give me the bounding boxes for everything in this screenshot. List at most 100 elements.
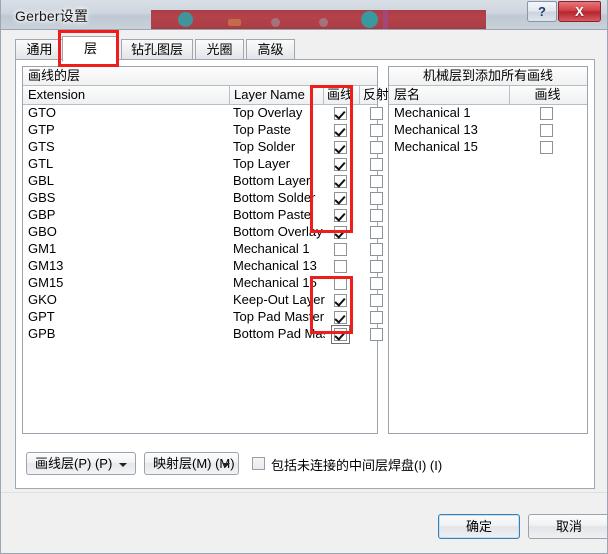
checkbox-plot[interactable] bbox=[334, 175, 347, 188]
cell-layer-name: Keep-Out Layer bbox=[233, 292, 325, 307]
table-row[interactable]: GTS Top Solder bbox=[23, 139, 383, 156]
column-header-layer-name-mech[interactable]: 层名 bbox=[394, 86, 504, 104]
checkbox-plot[interactable] bbox=[334, 141, 347, 154]
dialog-button-bar: 确定 取消 bbox=[1, 492, 607, 553]
draw-layers-caption: 画线的层 bbox=[23, 67, 377, 86]
checkbox-mirror[interactable] bbox=[370, 243, 383, 256]
help-button-label: ? bbox=[538, 4, 546, 19]
checkbox-plot[interactable] bbox=[540, 107, 553, 120]
table-row[interactable]: GM1 Mechanical 1 bbox=[23, 241, 383, 258]
checkbox-mirror[interactable] bbox=[370, 209, 383, 222]
table-row[interactable]: GBP Bottom Paste bbox=[23, 207, 383, 224]
gerber-setup-dialog: Gerber设置 ? X 通用 层 钻孔图层 光圈 高级 画线的层 Extens… bbox=[0, 0, 608, 554]
column-header-plot-mech[interactable]: 画线 bbox=[509, 86, 585, 104]
checkbox-mirror[interactable] bbox=[370, 260, 383, 273]
tab-drill-layers[interactable]: 钻孔图层 bbox=[121, 39, 193, 60]
checkbox-mirror[interactable] bbox=[370, 277, 383, 290]
tab-advanced[interactable]: 高级 bbox=[246, 39, 295, 60]
cell-extension: GTL bbox=[28, 156, 54, 171]
column-header-layer-name[interactable]: Layer Name bbox=[229, 86, 321, 104]
table-row[interactable]: GKO Keep-Out Layer bbox=[23, 292, 383, 309]
cell-extension: GBO bbox=[28, 224, 57, 239]
mechanical-layers-rows: Mechanical 1 Mechanical 13 Mechanical 15 bbox=[389, 105, 587, 156]
checkbox-plot[interactable] bbox=[334, 243, 347, 256]
checkbox-mirror[interactable] bbox=[370, 175, 383, 188]
table-row[interactable]: GBL Bottom Layer bbox=[23, 173, 383, 190]
checkbox-plot[interactable] bbox=[334, 294, 347, 307]
desktop-glass-reflection bbox=[151, 10, 486, 29]
checkbox-plot[interactable] bbox=[334, 192, 347, 205]
help-icon[interactable]: ? bbox=[527, 1, 557, 22]
tab-layers[interactable]: 层 bbox=[62, 36, 119, 62]
cancel-button[interactable]: 取消 bbox=[528, 514, 607, 539]
checkbox-mirror[interactable] bbox=[370, 141, 383, 154]
draw-layers-table: Extension Layer Name 画线 反射 GTO Top Overla… bbox=[23, 86, 389, 344]
checkbox-plot[interactable] bbox=[540, 141, 553, 154]
cell-layer-name: Bottom Pad Mas bbox=[233, 326, 325, 341]
table-row[interactable]: GTP Top Paste bbox=[23, 122, 383, 139]
mechanical-layers-group: 机械层到添加所有画线 层名 画线 Mechanical 1 Mechanical … bbox=[388, 66, 588, 434]
checkbox-plot[interactable] bbox=[334, 209, 347, 222]
draw-layers-header-row: Extension Layer Name 画线 反射 bbox=[23, 86, 389, 105]
column-header-extension[interactable]: Extension bbox=[28, 86, 228, 104]
table-row[interactable]: GTO Top Overlay bbox=[23, 105, 383, 122]
checkbox-plot[interactable] bbox=[540, 124, 553, 137]
close-button-label: X bbox=[575, 4, 584, 19]
checkbox-plot[interactable] bbox=[334, 311, 347, 324]
table-row[interactable]: Mechanical 13 bbox=[389, 122, 587, 139]
ok-button[interactable]: 确定 bbox=[438, 514, 520, 539]
checkbox-plot[interactable] bbox=[331, 325, 350, 344]
cell-layer-name: Bottom Solder bbox=[233, 190, 316, 205]
checkbox-plot[interactable] bbox=[334, 260, 347, 273]
checkbox-box[interactable] bbox=[252, 457, 265, 470]
map-layers-button[interactable]: 映射层(M) (M) bbox=[144, 452, 239, 475]
checkbox-mirror[interactable] bbox=[370, 107, 383, 120]
checkbox-mirror[interactable] bbox=[370, 328, 383, 341]
checkbox-plot[interactable] bbox=[334, 277, 347, 290]
cell-extension: GKO bbox=[28, 292, 57, 307]
checkbox-plot[interactable] bbox=[334, 107, 347, 120]
checkbox-mirror[interactable] bbox=[370, 311, 383, 324]
checkbox-mirror[interactable] bbox=[370, 294, 383, 307]
table-row[interactable]: Mechanical 15 bbox=[389, 139, 587, 156]
checkbox-mirror[interactable] bbox=[370, 158, 383, 171]
checkbox-plot[interactable] bbox=[334, 226, 347, 239]
tab-general[interactable]: 通用 bbox=[15, 39, 64, 60]
tab-aperture[interactable]: 光圈 bbox=[195, 39, 244, 60]
window-title: Gerber设置 bbox=[15, 8, 89, 24]
table-row[interactable]: Mechanical 1 bbox=[389, 105, 587, 122]
chevron-down-icon bbox=[222, 463, 230, 467]
draw-layers-button[interactable]: 画线层(P) (P) bbox=[26, 452, 136, 475]
include-unconnected-checkbox[interactable]: 包括未连接的中间层焊盘(I) (I) bbox=[252, 455, 442, 474]
cell-extension: GM13 bbox=[28, 258, 64, 273]
title-bar: Gerber设置 ? X bbox=[1, 0, 607, 30]
checkbox-plot[interactable] bbox=[334, 158, 347, 171]
close-icon[interactable]: X bbox=[558, 1, 601, 22]
draw-layers-group: 画线的层 Extension Layer Name 画线 反射 GTO Top O… bbox=[22, 66, 389, 434]
checkbox-mirror[interactable] bbox=[370, 226, 383, 239]
cell-layer-name: Top Pad Master bbox=[233, 309, 325, 324]
cell-extension: GTS bbox=[28, 139, 55, 154]
table-row[interactable]: GM15 Mechanical 15 bbox=[23, 275, 383, 292]
checkbox-mirror[interactable] bbox=[370, 124, 383, 137]
checkbox-mirror[interactable] bbox=[370, 192, 383, 205]
column-header-plot[interactable]: 画线 bbox=[323, 86, 358, 104]
table-row[interactable]: GBO Bottom Overlay bbox=[23, 224, 383, 241]
cell-layer-name: Mechanical 1 bbox=[394, 105, 471, 120]
include-unconnected-label: 包括未连接的中间层焊盘(I) (I) bbox=[271, 458, 443, 473]
cell-extension: GPT bbox=[28, 309, 55, 324]
cell-layer-name: Mechanical 15 bbox=[394, 139, 478, 154]
cell-layer-name: Mechanical 15 bbox=[233, 275, 317, 290]
cell-extension: GTO bbox=[28, 105, 56, 120]
table-row[interactable]: GPB Bottom Pad Mas bbox=[23, 325, 383, 344]
mechanical-header-row: 层名 画线 bbox=[389, 86, 587, 105]
table-row[interactable]: GM13 Mechanical 13 bbox=[23, 258, 383, 275]
cell-layer-name: Bottom Layer bbox=[233, 173, 311, 188]
cell-layer-name: Bottom Overlay bbox=[233, 224, 323, 239]
checkbox-plot[interactable] bbox=[334, 124, 347, 137]
table-row[interactable]: GPT Top Pad Master bbox=[23, 309, 383, 326]
table-row[interactable]: GTL Top Layer bbox=[23, 156, 383, 173]
table-row[interactable]: GBS Bottom Solder bbox=[23, 190, 383, 207]
cell-layer-name: Top Overlay bbox=[233, 105, 303, 120]
mechanical-layers-caption: 机械层到添加所有画线 bbox=[389, 67, 587, 86]
